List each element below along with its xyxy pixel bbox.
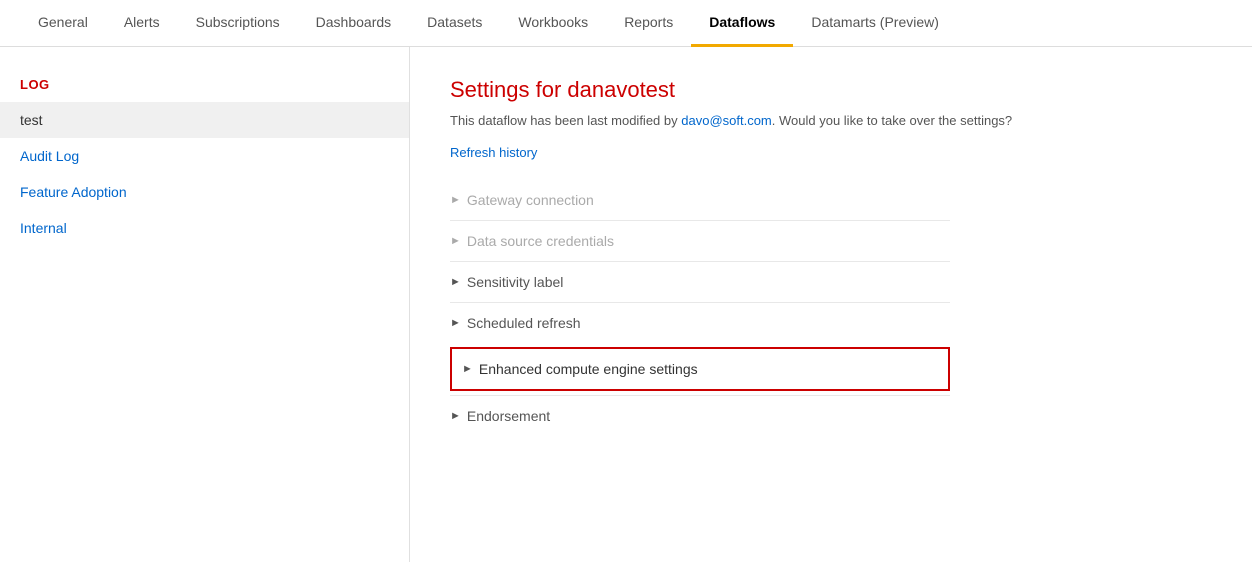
chevron-icon: ►: [450, 194, 461, 206]
accordion-label: Enhanced compute engine settings: [479, 361, 698, 377]
sidebar-item-test[interactable]: test: [0, 102, 409, 138]
accordion-scheduled-refresh[interactable]: ► Scheduled refresh: [450, 302, 950, 343]
page-title-name: danavotest: [567, 77, 675, 102]
tab-workbooks[interactable]: Workbooks: [500, 0, 606, 47]
accordion-label: Endorsement: [467, 408, 550, 424]
chevron-icon: ►: [450, 410, 461, 422]
tab-datasets[interactable]: Datasets: [409, 0, 500, 47]
tab-reports[interactable]: Reports: [606, 0, 691, 47]
accordion-endorsement[interactable]: ► Endorsement: [450, 395, 950, 436]
accordion-label: Data source credentials: [467, 233, 614, 249]
tab-dataflows[interactable]: Dataflows: [691, 0, 793, 47]
accordion-label: Scheduled refresh: [467, 315, 581, 331]
chevron-icon: ►: [450, 276, 461, 288]
accordion: ► Gateway connection ► Data source crede…: [450, 180, 950, 436]
tab-alerts[interactable]: Alerts: [106, 0, 178, 47]
sidebar-item-feature-adoption[interactable]: Feature Adoption: [0, 174, 409, 210]
page-title-prefix: Settings for: [450, 77, 567, 102]
refresh-history-link[interactable]: Refresh history: [450, 145, 537, 160]
subtitle-email-link[interactable]: davo@soft.com: [681, 113, 772, 128]
sidebar-item-audit-log[interactable]: Audit Log: [0, 138, 409, 174]
tab-general[interactable]: General: [20, 0, 106, 47]
accordion-gateway-connection: ► Gateway connection: [450, 180, 950, 220]
chevron-icon: ►: [462, 363, 473, 375]
tab-subscriptions[interactable]: Subscriptions: [178, 0, 298, 47]
chevron-icon: ►: [450, 317, 461, 329]
accordion-data-source-credentials: ► Data source credentials: [450, 220, 950, 261]
chevron-icon: ►: [450, 235, 461, 247]
page-title: Settings for danavotest: [450, 77, 1212, 103]
accordion-label: Sensitivity label: [467, 274, 564, 290]
tab-datamarts[interactable]: Datamarts (Preview): [793, 0, 957, 47]
sidebar: LOG test Audit Log Feature Adoption Inte…: [0, 47, 410, 562]
accordion-sensitivity-label[interactable]: ► Sensitivity label: [450, 261, 950, 302]
top-nav: General Alerts Subscriptions Dashboards …: [0, 0, 1252, 47]
subtitle: This dataflow has been last modified by …: [450, 113, 1212, 128]
subtitle-before: This dataflow has been last modified by: [450, 113, 681, 128]
subtitle-after: . Would you like to take over the settin…: [772, 113, 1012, 128]
accordion-enhanced-compute[interactable]: ► Enhanced compute engine settings: [450, 347, 950, 391]
tab-dashboards[interactable]: Dashboards: [298, 0, 410, 47]
accordion-label: Gateway connection: [467, 192, 594, 208]
main-content: Settings for danavotest This dataflow ha…: [410, 47, 1252, 562]
sidebar-item-log[interactable]: LOG: [0, 67, 409, 102]
main-layout: LOG test Audit Log Feature Adoption Inte…: [0, 47, 1252, 562]
sidebar-item-internal[interactable]: Internal: [0, 210, 409, 246]
